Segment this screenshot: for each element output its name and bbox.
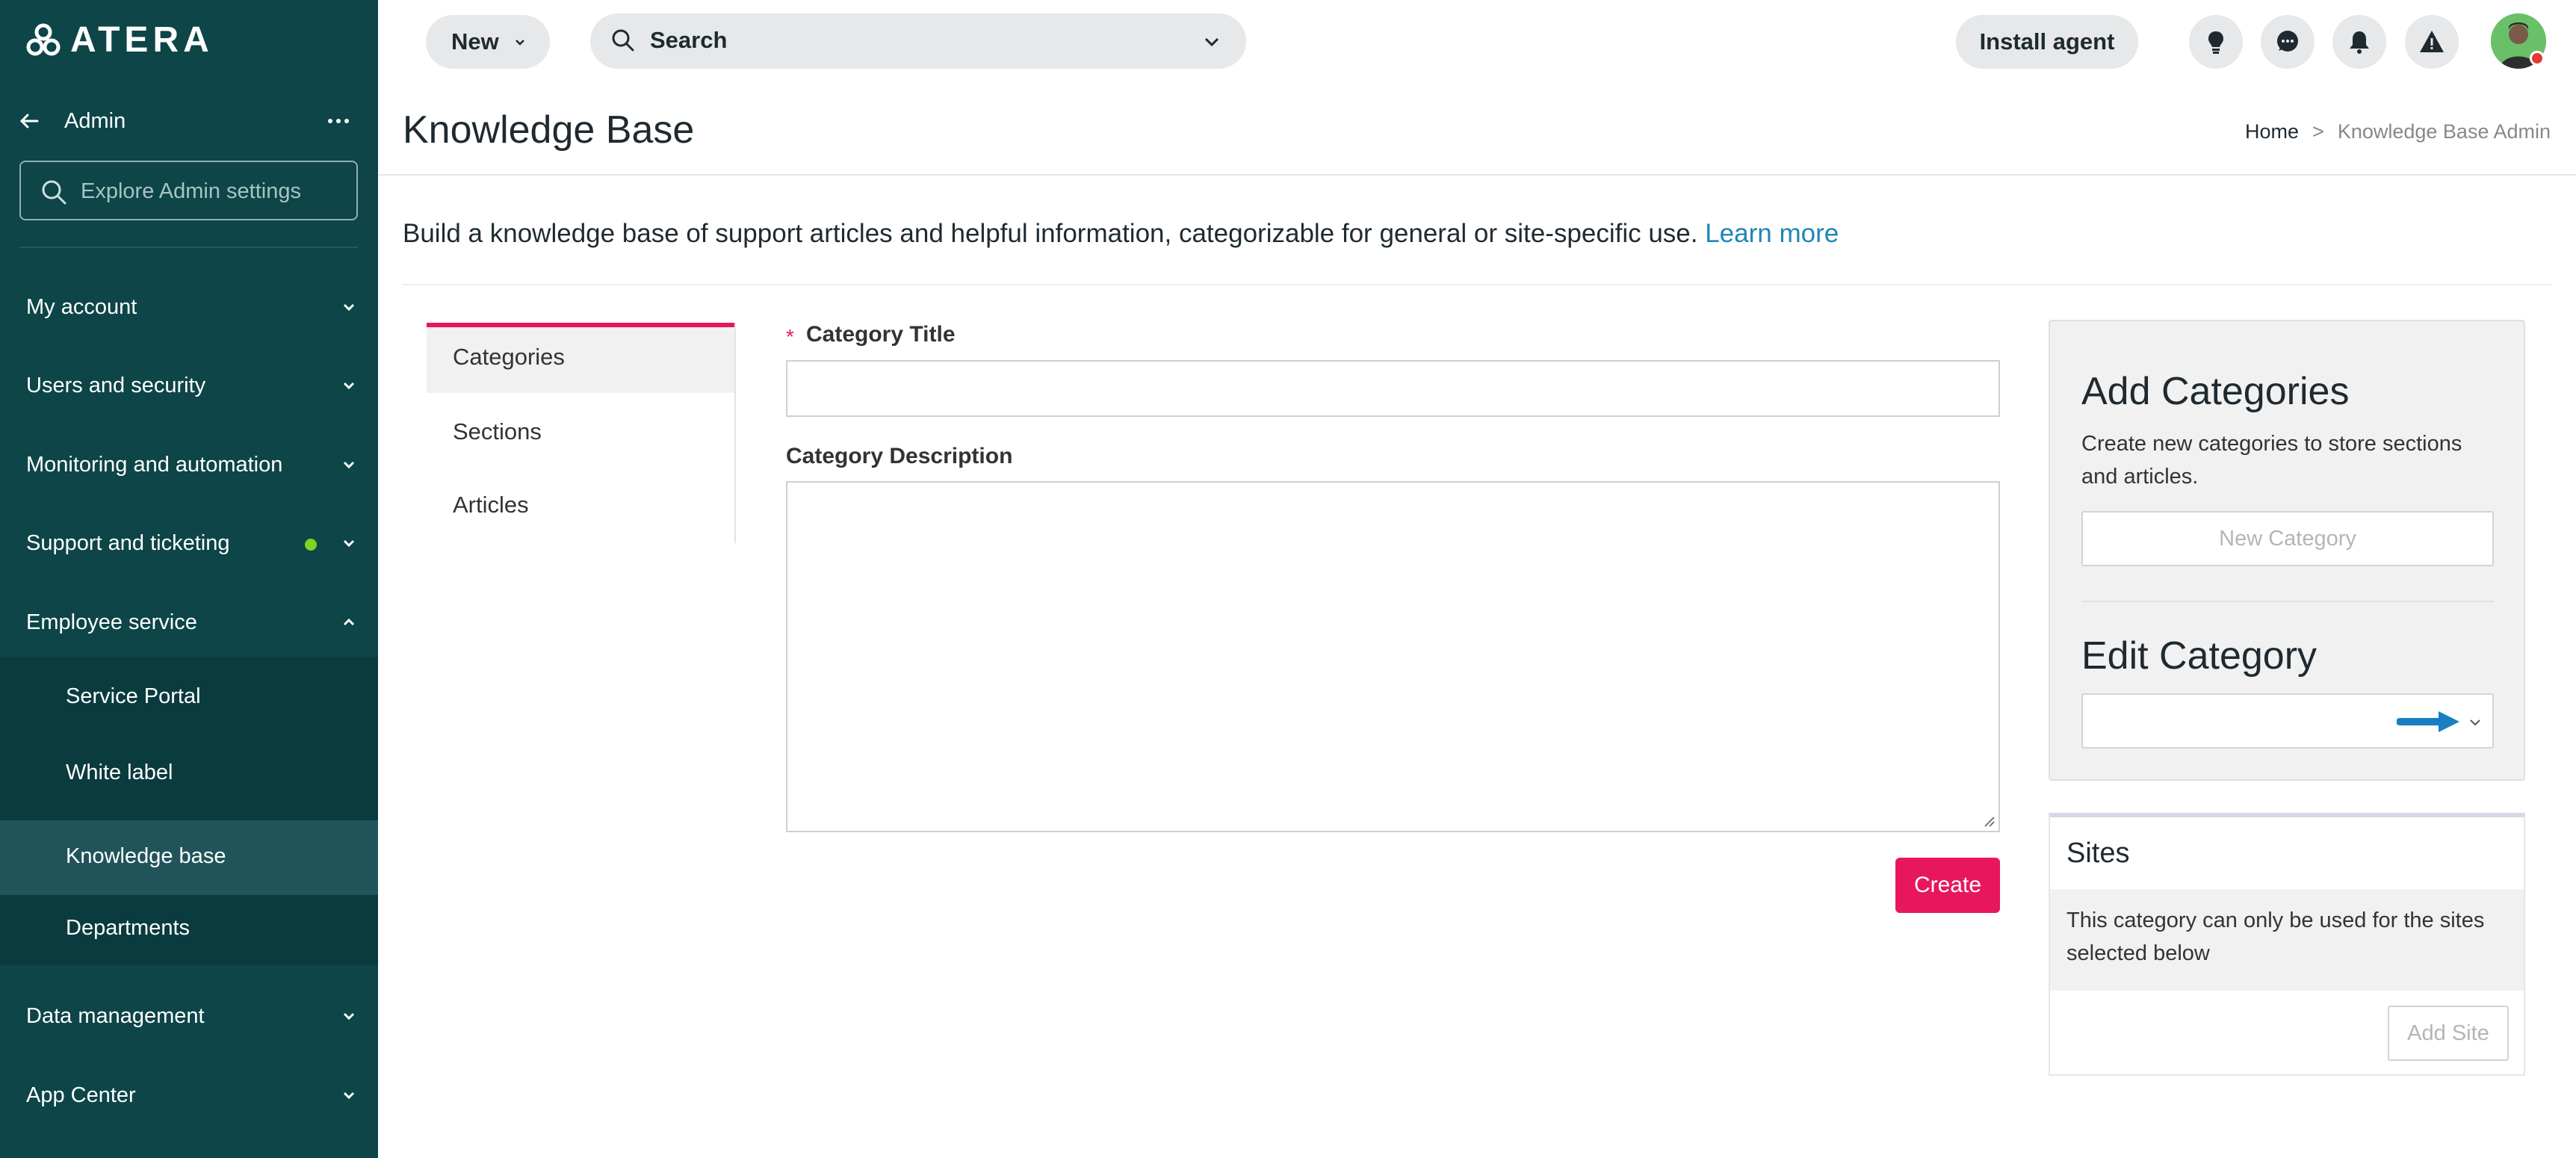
- search-icon: [612, 29, 634, 52]
- sidebar-subitem-label: Departments: [66, 916, 191, 940]
- panel-divider: [2081, 601, 2494, 602]
- sidebar-divider: [19, 247, 358, 248]
- chevron-down-icon: [343, 539, 355, 548]
- tab-label: Articles: [453, 492, 529, 518]
- global-search-bar[interactable]: Search: [590, 13, 1246, 69]
- sidebar-item-monitoring-and-automation[interactable]: Monitoring and automation: [0, 432, 378, 499]
- breadcrumb-separator: >: [2312, 120, 2324, 143]
- install-agent-button[interactable]: Install agent: [1956, 15, 2138, 69]
- add-categories-title: Add Categories: [2081, 370, 2350, 413]
- edit-category-title: Edit Category: [2081, 634, 2318, 678]
- new-category-button[interactable]: New Category: [2081, 511, 2494, 566]
- tab-sections[interactable]: Sections: [427, 397, 734, 468]
- sidebar: ATERA Admin Explore Admin settings My ac…: [0, 0, 378, 1158]
- sidebar-item-label: My account: [26, 295, 137, 319]
- sidebar-item-label: Employee service: [26, 610, 197, 634]
- sidebar-subitem-label: Service Portal: [66, 684, 201, 708]
- lightbulb-icon: [2208, 31, 2223, 54]
- sidebar-item-label: Monitoring and automation: [26, 453, 283, 477]
- admin-header: Admin: [0, 101, 378, 141]
- category-description-label: Category Description: [786, 444, 1013, 468]
- new-button-label: New: [451, 28, 499, 55]
- breadcrumb-current: Knowledge Base Admin: [2337, 120, 2551, 143]
- kb-tabs: Categories Sections Articles: [427, 323, 736, 543]
- sidebar-subitem-label: White label: [66, 761, 173, 784]
- employee-service-submenu: Service Portal White label Knowledge bas…: [0, 657, 378, 965]
- tips-button[interactable]: [2189, 15, 2243, 69]
- category-description-textarea[interactable]: [786, 481, 2000, 832]
- sidebar-subitem-white-label[interactable]: White label: [0, 737, 378, 811]
- chevron-down-icon: [2470, 719, 2480, 726]
- sites-panel: Sites This category can only be used for…: [2049, 813, 2525, 1076]
- warning-icon: [2420, 31, 2444, 52]
- sidebar-item-support-and-ticketing[interactable]: Support and ticketing: [0, 510, 378, 578]
- add-categories-description: Create new categories to store sections …: [2081, 432, 2462, 489]
- sidebar-subitem-knowledge-base[interactable]: Knowledge base: [0, 820, 378, 895]
- explore-placeholder: Explore Admin settings: [81, 179, 301, 203]
- status-dot: [305, 539, 317, 551]
- chevron-down-icon: [343, 461, 355, 469]
- breadcrumb: Home > Knowledge Base Admin: [2245, 118, 2551, 145]
- user-status-indicator: [2530, 51, 2545, 66]
- install-agent-label: Install agent: [1979, 28, 2115, 55]
- chat-button[interactable]: [2261, 15, 2315, 69]
- sidebar-subitem-departments[interactable]: Departments: [0, 892, 378, 967]
- sidebar-item-employee-service[interactable]: Employee service: [0, 589, 378, 657]
- sidebar-item-label: Users and security: [26, 374, 206, 397]
- sidebar-item-label: Support and ticketing: [26, 531, 230, 555]
- resize-handle-icon[interactable]: [1981, 813, 1996, 828]
- sidebar-subitem-service-portal[interactable]: Service Portal: [0, 660, 378, 735]
- chevron-down-icon: [515, 40, 524, 46]
- intro-text: Build a knowledge base of support articl…: [403, 217, 1839, 251]
- chevron-down-icon: [343, 382, 355, 390]
- page-title: Knowledge Base: [403, 108, 695, 152]
- learn-more-link[interactable]: Learn more: [1705, 219, 1839, 248]
- add-site-button[interactable]: Add Site: [2388, 1006, 2509, 1061]
- required-marker: *: [786, 325, 794, 348]
- sidebar-item-label: Data management: [26, 1004, 205, 1028]
- create-button[interactable]: Create: [1895, 858, 2000, 913]
- chevron-down-icon: [343, 1012, 355, 1021]
- sidebar-subitem-label: Knowledge base: [66, 844, 226, 868]
- sidebar-item-users-and-security[interactable]: Users and security: [0, 353, 378, 420]
- pointer-arrow-icon: [2397, 711, 2459, 732]
- sidebar-item-data-management[interactable]: Data management: [0, 983, 378, 1050]
- sites-note: This category can only be used for the s…: [2050, 889, 2524, 991]
- tab-categories[interactable]: Categories: [427, 323, 734, 393]
- breadcrumb-home[interactable]: Home: [2245, 118, 2299, 145]
- sidebar-item-my-account[interactable]: My account: [0, 274, 378, 341]
- sites-note-text: This category can only be used for the s…: [2066, 908, 2485, 965]
- header-divider: [378, 174, 2576, 176]
- tab-label: Sections: [453, 418, 542, 445]
- content-divider: [403, 284, 2551, 285]
- tab-label: Categories: [453, 344, 565, 370]
- alerts-button[interactable]: [2405, 15, 2459, 69]
- tab-articles[interactable]: Articles: [427, 471, 734, 541]
- new-button[interactable]: New: [426, 15, 550, 69]
- back-arrow-icon[interactable]: [16, 108, 42, 134]
- intro-description: Build a knowledge base of support articl…: [403, 219, 1698, 248]
- search-icon: [42, 180, 66, 205]
- chevron-down-icon[interactable]: [1200, 30, 1224, 54]
- chevron-down-icon: [343, 303, 355, 312]
- admin-label: Admin: [64, 109, 126, 133]
- category-title-input[interactable]: [786, 360, 2000, 417]
- edit-category-select[interactable]: [2081, 693, 2494, 749]
- atera-logo-icon: [26, 23, 61, 56]
- chevron-down-icon: [343, 1092, 355, 1100]
- logo-text: ATERA: [70, 20, 214, 60]
- bell-icon: [2350, 31, 2369, 54]
- search-label: Search: [650, 27, 728, 53]
- notifications-button[interactable]: [2332, 15, 2386, 69]
- sidebar-item-label: App Center: [26, 1083, 136, 1107]
- more-options-icon[interactable]: [326, 110, 351, 132]
- sidebar-item-app-center[interactable]: App Center: [0, 1062, 378, 1130]
- sites-title: Sites: [2066, 837, 2130, 869]
- chat-icon: [2277, 31, 2298, 52]
- category-panel: Add Categories Create new categories to …: [2049, 320, 2525, 781]
- logo[interactable]: ATERA: [25, 22, 214, 58]
- category-title-label: Category Title: [806, 322, 956, 347]
- explore-admin-search-input[interactable]: Explore Admin settings: [19, 161, 358, 220]
- chevron-up-icon: [343, 618, 355, 626]
